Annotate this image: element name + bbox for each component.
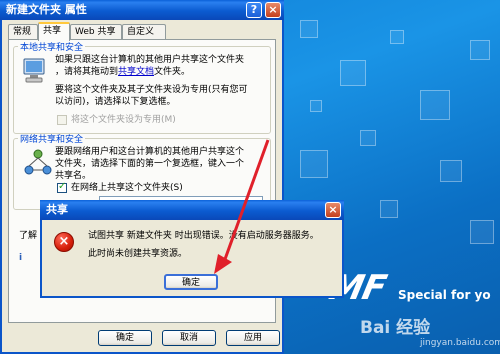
- local-text-1b-suffix: 文件夹。: [154, 67, 191, 77]
- tab-customize[interactable]: 自定义: [122, 24, 166, 40]
- decor-square: [380, 200, 398, 218]
- network-text-1: 要跟网络用户和这台计算机的其他用户共享这个: [55, 147, 245, 157]
- local-text-1: 如果只跟这台计算机的其他用户共享这个文件夹: [55, 55, 245, 65]
- cancel-button[interactable]: 取消: [162, 330, 216, 346]
- local-text-2: 要将这个文件夹及其子文件夹设为专用(只有您可: [55, 85, 248, 95]
- private-checkbox-label: 将这个文件夹设为专用(M): [71, 115, 176, 125]
- ok-button[interactable]: 确定: [98, 330, 152, 346]
- computer-icon: [23, 58, 45, 83]
- brand-tagline: Special for yo: [398, 288, 491, 302]
- local-text-1b-prefix: ，请将其拖动到: [55, 67, 119, 77]
- decor-square: [300, 150, 328, 178]
- close-button[interactable]: ×: [265, 2, 281, 18]
- tab-web-sharing[interactable]: Web 共享: [70, 24, 122, 40]
- decor-square: [360, 130, 376, 146]
- learn-more-text[interactable]: 了解: [19, 230, 37, 242]
- error-dialog-titlebar[interactable]: 共享 ×: [40, 200, 344, 220]
- local-text-1b: ，请将其拖动到共享文档文件夹。: [55, 66, 190, 78]
- shared-documents-link[interactable]: 共享文档: [118, 67, 154, 77]
- error-dialog: 共享 × × 试图共享 新建文件夹 时出现错误。没有启动服务器服务。 此时尚未创…: [40, 200, 344, 298]
- private-checkbox[interactable]: [57, 115, 67, 125]
- network-sharing-legend: 网络共享和安全: [20, 135, 84, 145]
- local-sharing-legend: 本地共享和安全: [20, 43, 84, 53]
- share-on-network-label: 在网络上共享这个文件夹(S): [71, 183, 183, 193]
- network-text-2: 文件夹，请选择下面的第一个复选框，键入一个: [55, 159, 245, 169]
- decor-square: [470, 220, 494, 244]
- tab-general[interactable]: 常规: [8, 24, 38, 40]
- error-message-line-1: 试图共享 新建文件夹 时出现错误。没有启动服务器服务。: [88, 231, 319, 241]
- decor-square: [440, 160, 462, 182]
- error-message-line-2: 此时尚未创建共享资源。: [88, 249, 188, 259]
- error-dialog-close-button[interactable]: ×: [325, 202, 341, 218]
- error-dialog-title: 共享: [46, 203, 68, 216]
- window-title: 新建文件夹 属性: [6, 3, 87, 16]
- properties-window: 新建文件夹 属性 ? × 常规 共享 Web 共享 自定义 本地共享和安全 如果…: [0, 0, 284, 354]
- share-on-network-checkbox[interactable]: [57, 181, 67, 193]
- decor-square: [470, 40, 490, 60]
- help-button[interactable]: ?: [246, 2, 262, 18]
- local-text-2b: 以访问)，请选择以下复选框。: [55, 97, 176, 107]
- decor-square: [390, 30, 404, 44]
- apply-button[interactable]: 应用: [226, 330, 280, 346]
- network-icon: [24, 149, 52, 175]
- properties-titlebar[interactable]: 新建文件夹 属性 ? ×: [0, 0, 284, 20]
- decor-square: [420, 90, 450, 120]
- decor-square: [340, 60, 366, 86]
- error-ok-button[interactable]: 确定: [164, 274, 218, 290]
- info-icon: i: [19, 253, 23, 263]
- decor-square: [300, 20, 318, 38]
- watermark-url: jingyan.baidu.com: [420, 338, 500, 348]
- decor-square: [310, 100, 322, 112]
- tab-sharing[interactable]: 共享: [38, 22, 70, 41]
- watermark: Bai 经验: [360, 318, 431, 338]
- error-icon: ×: [54, 232, 74, 252]
